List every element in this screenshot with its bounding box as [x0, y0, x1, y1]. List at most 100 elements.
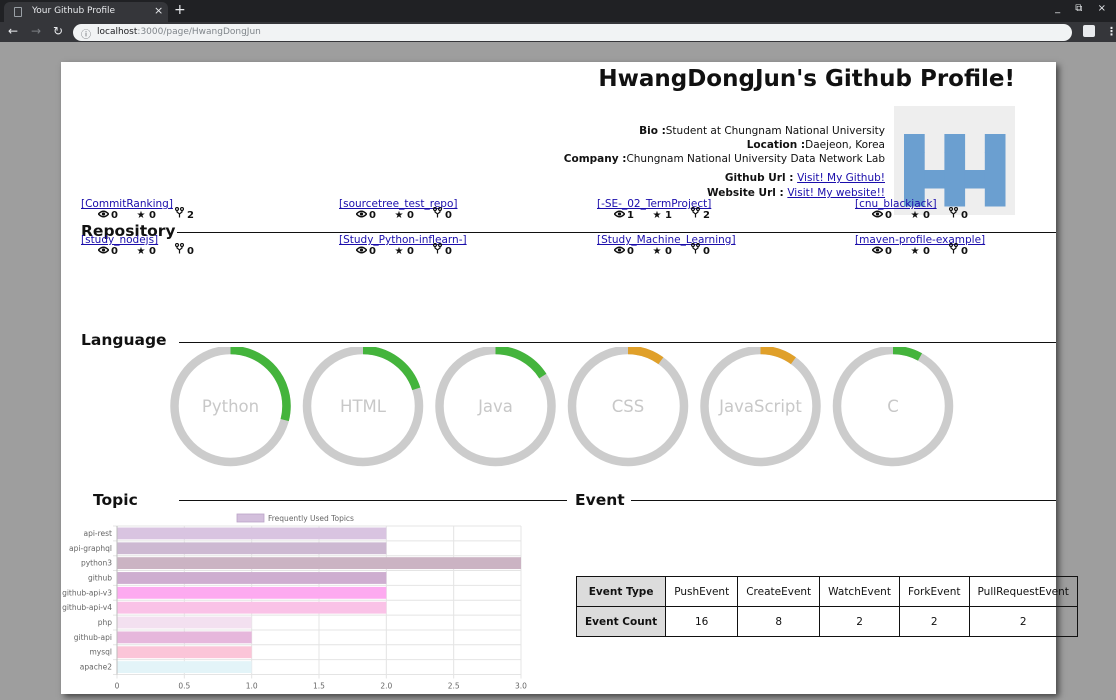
bio-line: Bio :Student at Chungnam National Univer…: [639, 125, 885, 137]
fork-count: 0: [961, 210, 968, 221]
star-count: 0: [149, 210, 156, 221]
bio-label: Bio :: [639, 125, 666, 137]
eye-icon: [353, 210, 369, 221]
star-count: 0: [407, 210, 414, 221]
address-bar[interactable]: ⓘ localhost:3000/page/HwangDongJun: [73, 24, 1072, 41]
profile-icon[interactable]: [1083, 25, 1095, 37]
topic-bar[interactable]: [117, 631, 252, 644]
location-value: Daejeon, Korea: [805, 139, 885, 151]
browser-toolbar: ← → ↻ ⓘ localhost:3000/page/HwangDongJun…: [0, 22, 1116, 42]
repo-stats: 0 ★ 0 0: [869, 242, 983, 257]
section-divider: [179, 342, 1056, 343]
language-rings: Python HTML Java CSS JavaScript C: [170, 347, 954, 467]
forward-arrow-icon[interactable]: →: [31, 24, 41, 38]
page-title: HwangDongJun's Github Profile!: [598, 66, 1015, 92]
topic-bar-chart: Frequently Used Topics 0 0.5 1.0 1.5 2.0 2.5 3.…: [62, 513, 527, 691]
identicon-cell: [984, 170, 1006, 189]
fork-count: 0: [961, 246, 968, 257]
fork-icon: [945, 206, 961, 221]
location-label: Location :: [746, 139, 806, 151]
watch-count: 0: [885, 246, 892, 257]
x-tick-label: 3.0: [515, 682, 527, 691]
topic-bar[interactable]: [117, 586, 387, 599]
star-icon: ★: [136, 210, 146, 221]
eye-icon: [869, 210, 885, 221]
new-tab-button[interactable]: +: [174, 2, 186, 18]
language-label: C: [887, 397, 899, 416]
browser-tab-strip: Your Github Profile × + _ ⧉ ×: [0, 0, 1116, 22]
repo-card: [Study_Machine_Learning] 0 ★ 0 0: [597, 228, 837, 257]
fork-count: 0: [703, 246, 710, 257]
x-tick-label: 0.5: [178, 682, 190, 691]
topic-bar[interactable]: [117, 542, 387, 555]
repo-card: [-SE-_02_TermProject] 1 ★ 1 2: [597, 192, 837, 221]
identicon-cell: [964, 170, 986, 189]
fork-icon: [171, 206, 187, 221]
browser-tab[interactable]: Your Github Profile ×: [4, 2, 168, 22]
y-tick-label: python3: [81, 559, 112, 568]
event-type-cell: CreateEvent: [737, 576, 821, 607]
repo-stats: 0 ★ 0 2: [95, 206, 209, 221]
watch-count: 0: [369, 210, 376, 221]
tab-title: Your Github Profile: [32, 6, 116, 16]
fork-icon: [945, 242, 961, 257]
github-url-label: Github Url :: [724, 172, 798, 184]
fork-count: 0: [187, 246, 194, 257]
topic-bar[interactable]: [117, 527, 387, 540]
identicon-cell: [984, 152, 1006, 171]
topic-bar[interactable]: [117, 616, 252, 629]
x-tick-label: 1.5: [313, 682, 325, 691]
eye-icon: [869, 246, 885, 257]
x-tick-label: 1.0: [246, 682, 258, 691]
watch-count: 0: [369, 246, 376, 257]
reload-icon[interactable]: ↻: [53, 24, 63, 38]
legend-swatch: [236, 513, 265, 523]
topic-bar[interactable]: [117, 646, 252, 659]
repo-card: [study_nodejs] 0 ★ 0 0: [81, 228, 321, 257]
fork-count: 0: [445, 246, 452, 257]
y-tick-label: github-api-v4: [62, 603, 112, 612]
info-icon[interactable]: ⓘ: [81, 26, 91, 41]
y-tick-label: github-api-v3: [62, 588, 112, 597]
window-controls[interactable]: _ ⧉ ×: [1055, 3, 1112, 14]
repo-stats: 0 ★ 0 0: [95, 242, 209, 257]
star-count: 1: [665, 210, 672, 221]
identicon-cell: [944, 152, 966, 171]
identicon-cell: [984, 134, 1006, 153]
topic-bar[interactable]: [117, 601, 387, 614]
x-tick-label: 0: [115, 682, 120, 691]
star-icon: ★: [910, 246, 920, 257]
y-tick-label: github-api: [74, 633, 112, 642]
event-type-header: Event Type: [575, 576, 667, 607]
language-label: HTML: [340, 397, 387, 416]
watch-count: 0: [111, 246, 118, 257]
star-icon: ★: [136, 246, 146, 257]
event-type-cell: PullRequestEvent: [968, 576, 1078, 607]
y-tick-label: mysql: [90, 648, 113, 657]
language-label: CSS: [612, 397, 644, 416]
eye-icon: [353, 246, 369, 257]
url-text[interactable]: localhost:3000/page/HwangDongJun: [97, 27, 261, 37]
star-icon: ★: [394, 246, 404, 257]
repo-stats: 0 ★ 0 0: [353, 206, 467, 221]
back-arrow-icon[interactable]: ←: [8, 24, 18, 38]
event-type-cell: ForkEvent: [898, 576, 970, 607]
topic-bar[interactable]: [117, 557, 521, 570]
identicon-cell: [924, 170, 945, 189]
language-ring: C: [832, 347, 954, 467]
topic-bar[interactable]: [117, 661, 252, 673]
topic-bar[interactable]: [117, 572, 387, 584]
star-count: 0: [149, 246, 156, 257]
profile-page: HwangDongJun's Github Profile! Bio :Stud…: [61, 62, 1078, 694]
star-count: 0: [407, 246, 414, 257]
tab-close-icon[interactable]: ×: [154, 4, 163, 17]
y-tick-label: apache2: [80, 663, 112, 672]
company-label: Company :: [563, 153, 627, 165]
location-line: Location :Daejeon, Korea: [747, 139, 885, 151]
watch-count: 0: [111, 210, 118, 221]
menu-icon[interactable]: ⋮: [1106, 25, 1116, 38]
github-link[interactable]: Visit! My Github!: [797, 172, 885, 184]
eye-icon: [611, 246, 627, 257]
fork-icon: [687, 206, 703, 221]
github-url-line: Github Url : Visit! My Github!: [725, 172, 885, 184]
